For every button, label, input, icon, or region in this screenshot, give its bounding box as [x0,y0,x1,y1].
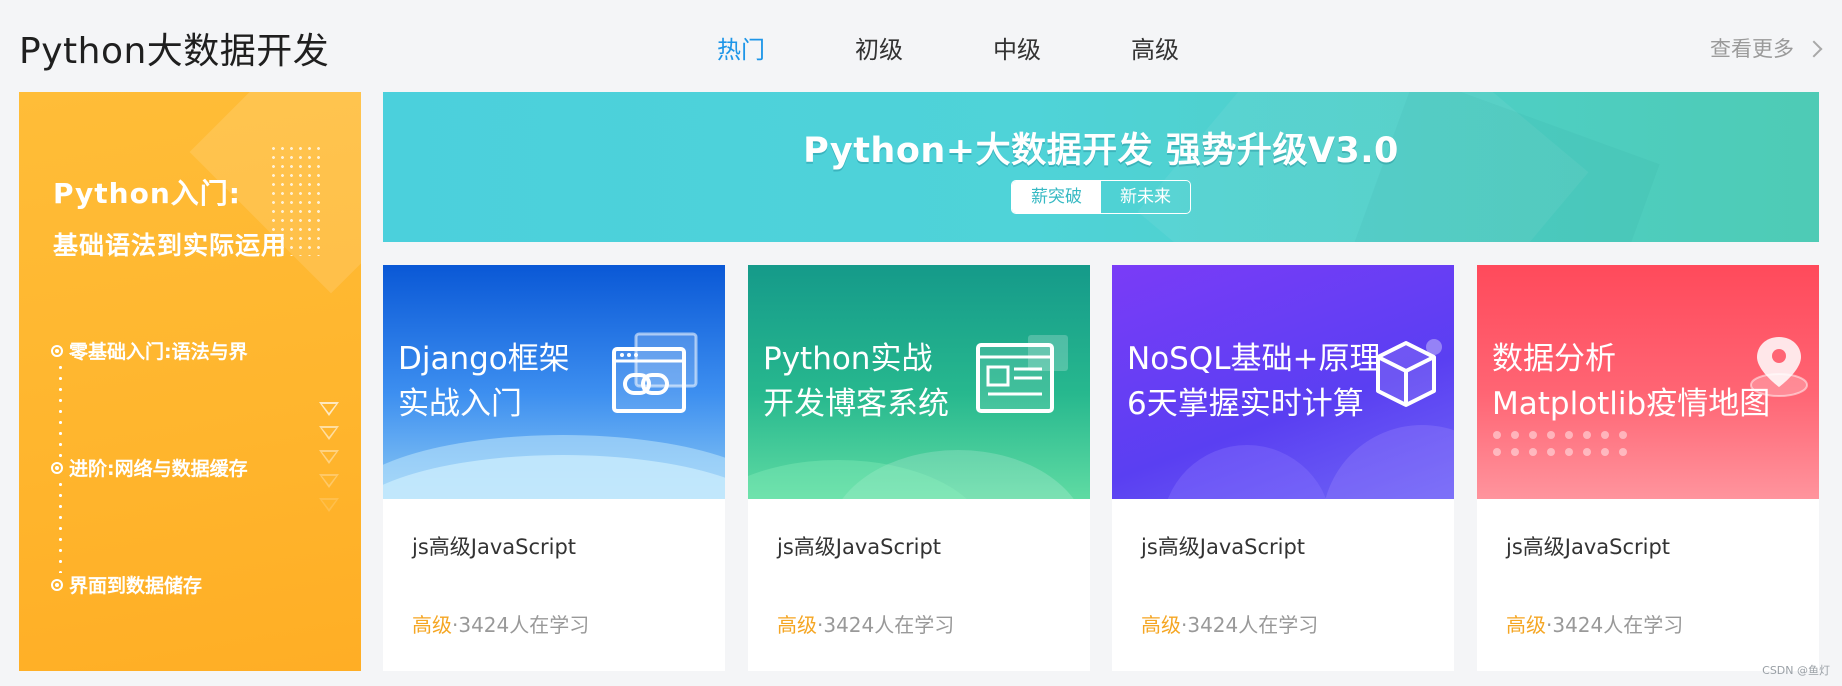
course-title: js高级JavaScript [777,535,942,559]
course-title: js高级JavaScript [1506,535,1671,559]
course-meta: 高级·3424人在学习 [412,609,589,638]
course-card[interactable]: NoSQL基础+原理 6天掌握实时计算 js高级JavaScript 高级·34… [1112,265,1454,671]
thumb-subtitle: 6天掌握实时计算 [1127,386,1364,422]
triangle-decoration-icon [319,498,339,512]
chevron-right-icon [1805,40,1823,57]
page-title: Python大数据开发 [19,31,330,72]
step-bullet-icon [51,578,63,591]
thumb-title: NoSQL基础+原理 [1127,341,1381,377]
thumb-title: Python实战 [763,341,933,377]
thumb-subtitle: Matplotlib疫情地图 [1492,386,1771,422]
course-title: js高级JavaScript [412,535,577,559]
promo-step-label: 进阶:网络与数据缓存 [69,458,248,480]
tab-hot[interactable]: 热门 [717,30,765,65]
course-card[interactable]: Python实战 开发博客系统 js高级JavaScript 高级·3424人在… [748,265,1090,671]
view-more-label: 查看更多 [1710,37,1794,61]
python-intro-promo[interactable]: Python入门: 基础语法到实际运用 零基础入门:语法与界 进阶:网络与数据缓… [19,92,361,671]
course-thumbnail: Django框架 实战入门 [383,265,725,499]
course-learners: ·3424人在学习 [1546,613,1684,637]
course-card[interactable]: Django框架 实战入门 js高级JavaScript 高级·3424人在学习 [383,265,725,671]
cube-icon [1376,339,1442,407]
watermark: CSDN @鱼灯 [1762,664,1830,677]
section-header: Python大数据开发 热门 初级 中级 高级 查看更多 [0,0,1842,92]
course-thumbnail: Python实战 开发博客系统 [748,265,1090,499]
course-meta: 高级·3424人在学习 [1141,609,1318,638]
course-level: 高级 [1506,613,1546,637]
promo-step-label: 零基础入门:语法与界 [69,341,248,363]
course-learners: ·3424人在学习 [1181,613,1319,637]
upgrade-banner[interactable]: Python+大数据开发 强势升级V3.0 薪突破 新未来 [383,92,1819,242]
course-level: 高级 [777,613,817,637]
tab-advanced[interactable]: 高级 [1131,30,1179,65]
dot-row-decoration [1493,431,1627,456]
course-meta: 高级·3424人在学习 [777,609,954,638]
thumb-subtitle: 实战入门 [398,386,522,422]
course-thumbnail: NoSQL基础+原理 6天掌握实时计算 [1112,265,1454,499]
course-learners: ·3424人在学习 [452,613,590,637]
promo-step-label: 界面到数据储存 [69,575,203,597]
wave-decoration [1162,445,1332,499]
banner-title: Python+大数据开发 强势升级V3.0 [803,131,1399,171]
banner-tagline: 薪突破 新未来 [1011,180,1191,214]
promo-title: Python入门: [53,177,241,210]
thumb-subtitle: 开发博客系统 [763,386,949,422]
course-title: js高级JavaScript [1141,535,1306,559]
link-window-icon [612,332,698,413]
triangle-decoration-icon [319,450,339,464]
step-connector [59,479,62,573]
course-card[interactable]: 数据分析 Matplotlib疫情地图 js高级JavaScript 高级·34… [1477,265,1819,671]
course-meta: 高级·3424人在学习 [1506,609,1683,638]
banner-tag-right: 新未来 [1120,187,1171,207]
thumb-title: 数据分析 [1492,341,1616,377]
course-thumbnail: 数据分析 Matplotlib疫情地图 [1477,265,1819,499]
course-level: 高级 [412,613,452,637]
course-learners: ·3424人在学习 [817,613,955,637]
thumb-title: Django框架 [398,341,570,377]
promo-step: 零基础入门:语法与界 [51,337,248,364]
view-more-link[interactable]: 查看更多 [1710,33,1823,63]
map-pin-icon [1750,337,1808,397]
wave-decoration [1322,425,1454,499]
triangle-decoration-icon [319,474,339,488]
triangle-decoration-icon [319,426,339,440]
triangle-decoration-icon [319,402,339,416]
promo-step: 界面到数据储存 [51,571,202,598]
banner-tag-left: 薪突破 [1012,181,1101,213]
step-bullet-icon [51,461,63,474]
step-bullet-icon [51,344,63,357]
tab-intermediate[interactable]: 中级 [993,30,1041,65]
course-level: 高级 [1141,613,1181,637]
tab-beginner[interactable]: 初级 [855,30,903,65]
promo-subtitle: 基础语法到实际运用 [53,231,288,260]
promo-step: 进阶:网络与数据缓存 [51,454,248,481]
document-window-icon [976,335,1068,413]
step-connector [59,362,62,458]
